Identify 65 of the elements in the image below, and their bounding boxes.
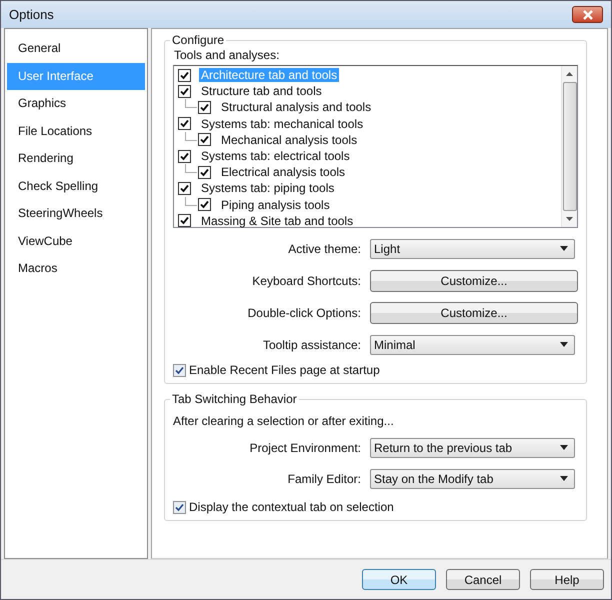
dialog-button[interactable]: Help — [530, 569, 604, 590]
setting-label: Keyboard Shortcuts: — [251, 274, 361, 288]
setting-label: Project Environment: — [248, 440, 361, 454]
tree-item[interactable]: Piping analysis tools — [219, 198, 332, 212]
group-title: Configure — [171, 33, 226, 47]
sidebar-item[interactable]: Macros — [7, 255, 145, 282]
scrollbar[interactable] — [561, 66, 577, 227]
caret-icon — [560, 445, 568, 450]
checkbox[interactable] — [173, 364, 186, 376]
tree-item[interactable]: Structure tab and tools — [199, 84, 324, 98]
sidebar-item[interactable]: Graphics — [7, 90, 145, 118]
dropdown[interactable]: Minimal — [370, 334, 575, 354]
dropdown[interactable]: Return to the previous tab — [370, 438, 575, 458]
tree-item[interactable]: Massing & Site tab and tools — [199, 214, 356, 228]
sidebar-item[interactable]: ViewCube — [7, 228, 145, 255]
close-button[interactable] — [572, 6, 603, 23]
checkbox[interactable] — [178, 68, 191, 82]
dropdown[interactable]: Stay on the Modify tab — [370, 468, 575, 488]
dropdown[interactable]: Light — [370, 238, 575, 258]
dialog-button[interactable]: Cancel — [446, 569, 520, 590]
window-title: Options — [9, 7, 54, 22]
checkbox[interactable] — [173, 500, 186, 514]
checkbox-label: Enable Recent Files page at startup — [189, 363, 380, 377]
caret-icon — [560, 342, 568, 347]
checkbox[interactable] — [198, 100, 211, 114]
scroll-up-icon[interactable] — [566, 72, 573, 76]
close-icon — [582, 10, 594, 20]
tree-item[interactable]: Systems tab: mechanical tools — [199, 116, 366, 131]
sidebar-item[interactable]: SteeringWheels — [7, 200, 145, 228]
setting-label: Double-click Options: — [246, 306, 361, 320]
tree-item[interactable]: Electrical analysis tools — [219, 165, 348, 180]
intro-text: After clearing a selection or after exiting... — [173, 414, 395, 428]
customize-button[interactable]: Customize... — [370, 302, 578, 324]
tree-line — [185, 99, 197, 108]
scroll-down-icon[interactable] — [566, 217, 573, 221]
tools-label: Tools and analyses: — [174, 48, 280, 62]
tree-item[interactable]: Systems tab: electrical tools — [199, 149, 352, 164]
checkbox[interactable] — [178, 84, 191, 98]
checkbox[interactable] — [198, 198, 211, 212]
sidebar-item[interactable]: Rendering — [7, 145, 145, 172]
checkbox[interactable] — [178, 117, 191, 130]
tree-line — [185, 164, 197, 174]
setting-label: Family Editor: — [286, 472, 361, 486]
customize-button[interactable]: Customize... — [370, 270, 578, 292]
sidebar-item[interactable]: General — [7, 35, 145, 62]
checkbox[interactable] — [198, 133, 211, 146]
setting-label: Active theme: — [287, 242, 361, 256]
dialog-button[interactable]: OK — [362, 569, 436, 590]
scroll-thumb[interactable] — [562, 82, 576, 211]
checkbox[interactable] — [178, 150, 191, 163]
checkbox[interactable] — [178, 182, 191, 195]
setting-label: Tooltip assistance: — [262, 338, 361, 352]
tree-line — [185, 196, 197, 206]
caret-icon — [560, 476, 568, 481]
group-title: Tab Switching Behavior — [171, 392, 298, 406]
checkbox[interactable] — [178, 214, 191, 228]
checkbox-label: Display the contextual tab on selection — [189, 500, 394, 514]
sidebar-item[interactable]: File Locations — [7, 118, 145, 145]
tree-item[interactable]: Mechanical analysis tools — [219, 132, 360, 147]
sidebar-item[interactable]: Check Spelling — [7, 172, 145, 200]
caret-icon — [560, 246, 568, 251]
tree-item[interactable]: Systems tab: piping tools — [199, 181, 336, 196]
checkbox[interactable] — [198, 166, 211, 179]
tree-line — [185, 132, 197, 141]
tree-item[interactable]: Structural analysis and tools — [219, 100, 374, 114]
